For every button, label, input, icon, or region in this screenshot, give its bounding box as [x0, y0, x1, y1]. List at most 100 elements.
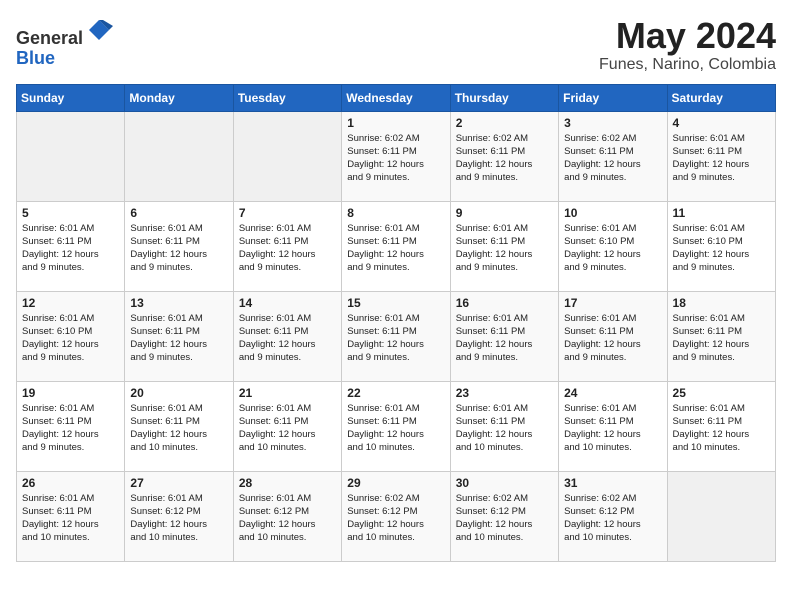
day-number: 25: [673, 386, 770, 400]
day-info: Sunrise: 6:02 AM Sunset: 6:12 PM Dayligh…: [564, 492, 661, 545]
calendar-cell: 27Sunrise: 6:01 AM Sunset: 6:12 PM Dayli…: [125, 471, 233, 561]
day-info: Sunrise: 6:01 AM Sunset: 6:11 PM Dayligh…: [564, 402, 661, 455]
calendar-cell: 11Sunrise: 6:01 AM Sunset: 6:10 PM Dayli…: [667, 201, 775, 291]
column-header-saturday: Saturday: [667, 84, 775, 111]
day-info: Sunrise: 6:01 AM Sunset: 6:11 PM Dayligh…: [673, 312, 770, 365]
calendar-week-row: 1 Sunrise: 6:02 AM Sunset: 6:11 PM Daylig…: [17, 111, 776, 201]
day-number: 13: [130, 296, 227, 310]
day-number: 15: [347, 296, 444, 310]
day-info: Sunrise: 6:01 AM Sunset: 6:11 PM Dayligh…: [130, 402, 227, 455]
column-header-friday: Friday: [559, 84, 667, 111]
day-number: 10: [564, 206, 661, 220]
day-info: Sunrise: 6:01 AM Sunset: 6:11 PM Dayligh…: [347, 402, 444, 455]
calendar-header-row: SundayMondayTuesdayWednesdayThursdayFrid…: [17, 84, 776, 111]
day-number: 22: [347, 386, 444, 400]
day-number: 1: [347, 116, 444, 130]
calendar-cell: [667, 471, 775, 561]
day-info: Sunrise: 6:01 AM Sunset: 6:11 PM Dayligh…: [239, 402, 336, 455]
title-section: May 2024 Funes, Narino, Colombia: [599, 16, 776, 74]
logo: General Blue: [16, 16, 113, 69]
day-number: 24: [564, 386, 661, 400]
day-number: 11: [673, 206, 770, 220]
calendar-cell: 2 Sunrise: 6:02 AM Sunset: 6:11 PM Daylig…: [450, 111, 558, 201]
calendar-cell: 15 Sunrise: 6:01 AM Sunset: 6:11 PM Dayli…: [342, 291, 450, 381]
calendar-week-row: 12 Sunrise: 6:01 AM Sunset: 6:10 PM Dayli…: [17, 291, 776, 381]
day-info: Sunrise: 6:01 AM Sunset: 6:11 PM Dayligh…: [239, 312, 336, 365]
day-info: Sunrise: 6:01 AM Sunset: 6:11 PM Dayligh…: [239, 222, 336, 275]
day-number: 28: [239, 476, 336, 490]
calendar-cell: 21 Sunrise: 6:01 AM Sunset: 6:11 PM Dayli…: [233, 381, 341, 471]
day-info: Sunrise: 6:01 AM Sunset: 6:11 PM Dayligh…: [22, 222, 119, 275]
calendar-cell: [125, 111, 233, 201]
day-number: 8: [347, 206, 444, 220]
calendar-cell: 1Sunrise: 6:02 AM Sunset: 6:11 PM Daylig…: [342, 111, 450, 201]
day-info: Sunrise: 6:01 AM Sunset: 6:11 PM Dayligh…: [673, 402, 770, 455]
calendar-cell: 26 Sunrise: 6:01 AM Sunset: 6:11 PM Dayli…: [17, 471, 125, 561]
day-number: 30: [456, 476, 553, 490]
logo-general: General: [16, 28, 83, 48]
day-number: 17: [564, 296, 661, 310]
calendar-cell: 24 Sunrise: 6:01 AM Sunset: 6:11 PM Dayli…: [559, 381, 667, 471]
logo-icon: [85, 16, 113, 44]
day-number: 7: [239, 206, 336, 220]
day-info: Sunrise: 6:02 AM Sunset: 6:11 PM Dayligh…: [456, 132, 553, 185]
day-number: 26: [22, 476, 119, 490]
calendar-week-row: 26 Sunrise: 6:01 AM Sunset: 6:11 PM Dayli…: [17, 471, 776, 561]
calendar-cell: 13 Sunrise: 6:01 AM Sunset: 6:11 PM Dayli…: [125, 291, 233, 381]
day-number: 18: [673, 296, 770, 310]
day-info: Sunrise: 6:01 AM Sunset: 6:11 PM Dayligh…: [130, 222, 227, 275]
day-number: 9: [456, 206, 553, 220]
day-number: 19: [22, 386, 119, 400]
calendar-week-row: 19 Sunrise: 6:01 AM Sunset: 6:11 PM Dayli…: [17, 381, 776, 471]
column-header-tuesday: Tuesday: [233, 84, 341, 111]
day-info: Sunrise: 6:01 AM Sunset: 6:11 PM Dayligh…: [456, 222, 553, 275]
column-header-thursday: Thursday: [450, 84, 558, 111]
day-number: 20: [130, 386, 227, 400]
calendar-cell: 5 Sunrise: 6:01 AM Sunset: 6:11 PM Daylig…: [17, 201, 125, 291]
day-info: Sunrise: 6:01 AM Sunset: 6:12 PM Dayligh…: [239, 492, 336, 545]
calendar-cell: 6Sunrise: 6:01 AM Sunset: 6:11 PM Daylig…: [125, 201, 233, 291]
day-number: 2: [456, 116, 553, 130]
day-info: Sunrise: 6:01 AM Sunset: 6:12 PM Dayligh…: [130, 492, 227, 545]
day-number: 12: [22, 296, 119, 310]
day-info: Sunrise: 6:01 AM Sunset: 6:11 PM Dayligh…: [22, 402, 119, 455]
day-info: Sunrise: 6:02 AM Sunset: 6:12 PM Dayligh…: [347, 492, 444, 545]
day-info: Sunrise: 6:01 AM Sunset: 6:11 PM Dayligh…: [130, 312, 227, 365]
calendar-cell: 30 Sunrise: 6:02 AM Sunset: 6:12 PM Dayli…: [450, 471, 558, 561]
day-info: Sunrise: 6:01 AM Sunset: 6:11 PM Dayligh…: [347, 222, 444, 275]
calendar-cell: 23 Sunrise: 6:01 AM Sunset: 6:11 PM Dayli…: [450, 381, 558, 471]
calendar-cell: 14 Sunrise: 6:01 AM Sunset: 6:11 PM Dayli…: [233, 291, 341, 381]
day-info: Sunrise: 6:01 AM Sunset: 6:11 PM Dayligh…: [347, 312, 444, 365]
day-number: 23: [456, 386, 553, 400]
calendar-cell: 3Sunrise: 6:02 AM Sunset: 6:11 PM Daylig…: [559, 111, 667, 201]
calendar-cell: 22 Sunrise: 6:01 AM Sunset: 6:11 PM Dayli…: [342, 381, 450, 471]
calendar-cell: 31 Sunrise: 6:02 AM Sunset: 6:12 PM Dayli…: [559, 471, 667, 561]
calendar-cell: 9 Sunrise: 6:01 AM Sunset: 6:11 PM Daylig…: [450, 201, 558, 291]
calendar-cell: 20 Sunrise: 6:01 AM Sunset: 6:11 PM Dayli…: [125, 381, 233, 471]
page-header: General Blue May 2024 Funes, Narino, Col…: [16, 16, 776, 74]
day-number: 31: [564, 476, 661, 490]
day-info: Sunrise: 6:01 AM Sunset: 6:11 PM Dayligh…: [456, 402, 553, 455]
day-number: 16: [456, 296, 553, 310]
day-info: Sunrise: 6:02 AM Sunset: 6:12 PM Dayligh…: [456, 492, 553, 545]
calendar-cell: 7 Sunrise: 6:01 AM Sunset: 6:11 PM Daylig…: [233, 201, 341, 291]
calendar-cell: 25 Sunrise: 6:01 AM Sunset: 6:11 PM Dayli…: [667, 381, 775, 471]
calendar-subtitle: Funes, Narino, Colombia: [599, 56, 776, 74]
calendar-cell: [233, 111, 341, 201]
column-header-wednesday: Wednesday: [342, 84, 450, 111]
day-info: Sunrise: 6:01 AM Sunset: 6:11 PM Dayligh…: [564, 312, 661, 365]
day-number: 3: [564, 116, 661, 130]
day-info: Sunrise: 6:01 AM Sunset: 6:11 PM Dayligh…: [22, 492, 119, 545]
calendar-cell: 19 Sunrise: 6:01 AM Sunset: 6:11 PM Dayli…: [17, 381, 125, 471]
day-number: 29: [347, 476, 444, 490]
day-number: 21: [239, 386, 336, 400]
day-info: Sunrise: 6:01 AM Sunset: 6:10 PM Dayligh…: [22, 312, 119, 365]
calendar-table: SundayMondayTuesdayWednesdayThursdayFrid…: [16, 84, 776, 562]
calendar-cell: 8 Sunrise: 6:01 AM Sunset: 6:11 PM Daylig…: [342, 201, 450, 291]
day-info: Sunrise: 6:01 AM Sunset: 6:10 PM Dayligh…: [564, 222, 661, 275]
day-info: Sunrise: 6:01 AM Sunset: 6:11 PM Dayligh…: [673, 132, 770, 185]
day-number: 14: [239, 296, 336, 310]
day-number: 5: [22, 206, 119, 220]
logo-blue: Blue: [16, 48, 55, 68]
calendar-cell: 17 Sunrise: 6:01 AM Sunset: 6:11 PM Dayli…: [559, 291, 667, 381]
